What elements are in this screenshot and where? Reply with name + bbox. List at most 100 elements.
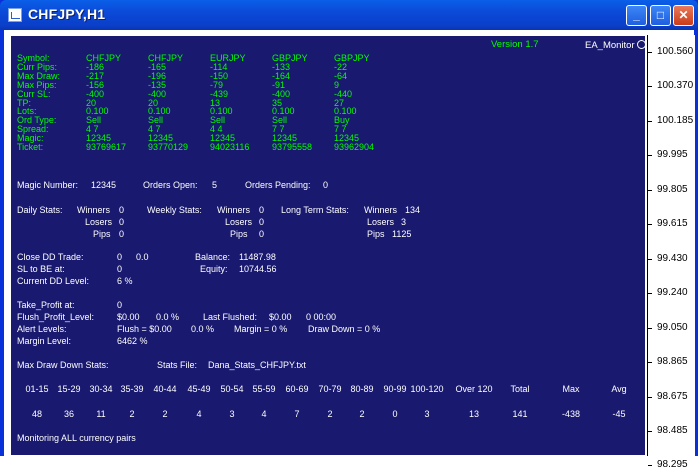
price-label: 98.295 [657,459,688,470]
price-label: 100.370 [657,80,694,92]
daily-pips-label: Pips [93,229,111,239]
histogram-value: 48 [31,409,43,419]
histogram-header: 100-120 [410,384,444,394]
orders-open-label: Orders Open: [143,180,198,190]
histogram-header: 30-34 [89,384,113,394]
price-label: 98.485 [657,424,688,436]
maximize-icon: □ [656,8,665,22]
take-profit-label: Take_Profit at: [17,300,75,310]
daily-losers-value: 0 [119,217,125,227]
histogram-header: 35-39 [120,384,144,394]
alert-drawdown-value: Draw Down = 0 % [308,324,381,334]
symbol-row-label: Ticket: [17,142,44,152]
close-button[interactable]: ✕ [673,5,694,26]
weekly-losers-value: 0 [259,217,265,227]
price-label: 99.995 [657,149,688,161]
longterm-winners-value: 134 [405,205,421,215]
price-label: 98.865 [657,356,688,368]
chart-canvas[interactable]: Version 1.7 EA_Monitor Symbol: Curr Pips:… [10,35,646,456]
histogram-value: 3 [424,409,430,419]
longterm-losers-value: 3 [401,217,407,227]
histogram-header: 70-79 [318,384,342,394]
symbol-cell: 94023116 [210,142,250,152]
histogram-header: 15-29 [57,384,81,394]
ea-name-label: EA_Monitor [585,39,645,51]
price-label: 99.805 [657,183,688,195]
weekly-losers-label: Losers [225,217,253,227]
minimize-icon: _ [633,8,640,22]
daily-stats-label: Daily Stats: [17,205,63,215]
weekly-winners-value: 0 [259,205,265,215]
weekly-stats-label: Weekly Stats: [147,205,202,215]
histogram-value: 4 [261,409,267,419]
histogram-value: 11 [96,409,106,419]
price-label: 99.615 [657,218,688,230]
stats-file-label: Stats File: [157,360,198,370]
price-tick [648,362,652,364]
price-tick [648,52,652,53]
current-dd-value: 6 % [117,276,133,286]
histogram-value: 0 [392,409,398,419]
symbol-cell: 93962904 [334,142,375,152]
histogram-value: 7 [294,409,300,419]
histogram-header: 45-49 [187,384,211,394]
title-bar[interactable]: CHFJPY,H1 _ □ ✕ [0,0,698,30]
alert-margin-value: Margin = 0 % [234,324,288,334]
daily-pips-value: 0 [119,229,125,239]
last-flushed-label: Last Flushed: [203,312,258,322]
orders-pending-label: Orders Pending: [245,180,311,190]
price-label: 100.560 [657,46,694,57]
current-dd-label: Current DD Level: [17,276,90,286]
histogram-value: 2 [359,409,365,419]
smiley-icon [636,40,645,49]
histogram-header: Max [562,384,580,394]
balance-label: Balance: [195,252,231,262]
last-flushed-value-b: 0 00:00 [306,312,337,322]
price-label: 98.675 [657,390,688,402]
equity-label: Equity: [200,264,228,274]
maximize-button[interactable]: □ [650,5,671,26]
take-profit-value: 0 [117,300,123,310]
symbol-cell: 93770129 [148,142,189,152]
daily-losers-label: Losers [85,217,113,227]
histogram-value: -45 [612,409,626,419]
orders-open-value: 5 [212,180,218,190]
close-dd-label: Close DD Trade: [17,252,84,262]
alert-flush-value: Flush = $0.00 [117,324,172,334]
price-tick [648,86,652,88]
flush-profit-value-a: $0.00 [117,312,140,322]
histogram-header: 90-99 [383,384,407,394]
price-tick [648,189,652,191]
histogram-header: 55-59 [252,384,276,394]
alert-levels-label: Alert Levels: [17,324,67,334]
equity-value: 10744.56 [239,264,277,274]
histogram-header: 50-54 [220,384,244,394]
window-title: CHFJPY,H1 [28,6,106,22]
histogram-value: 3 [229,409,235,419]
histogram-value: 2 [129,409,135,419]
histogram-value: 141 [512,409,528,419]
price-label: 100.185 [657,114,694,126]
histogram-value: 2 [162,409,168,419]
longterm-losers-label: Losers [367,217,395,227]
magic-number-label: Magic Number: [17,180,79,190]
histogram-header: 01-15 [25,384,49,394]
price-tick [648,155,652,157]
monitoring-status: Monitoring ALL currency pairs [17,433,136,443]
terminal-window: CHFJPY,H1 _ □ ✕ Version 1.7 EA_Monitor S… [0,0,698,470]
price-tick [648,258,652,260]
flush-profit-value-b: 0.0 % [156,312,180,322]
price-axis[interactable]: 100.560 100.370 100.185 99.995 99.805 99.615 9… [647,35,695,470]
last-flushed-value-a: $0.00 [269,312,292,322]
price-label: 99.050 [657,321,688,333]
longterm-pips-value: 1125 [392,229,412,239]
price-tick [648,120,652,122]
price-tick [648,430,652,432]
histogram-value: -438 [561,409,581,419]
magic-number-value: 12345 [91,180,117,190]
histogram-value: 36 [63,409,75,419]
weekly-winners-label: Winners [217,205,251,215]
histogram-header: 80-89 [350,384,374,394]
histogram-header: Avg [611,384,627,394]
minimize-button[interactable]: _ [626,5,647,26]
